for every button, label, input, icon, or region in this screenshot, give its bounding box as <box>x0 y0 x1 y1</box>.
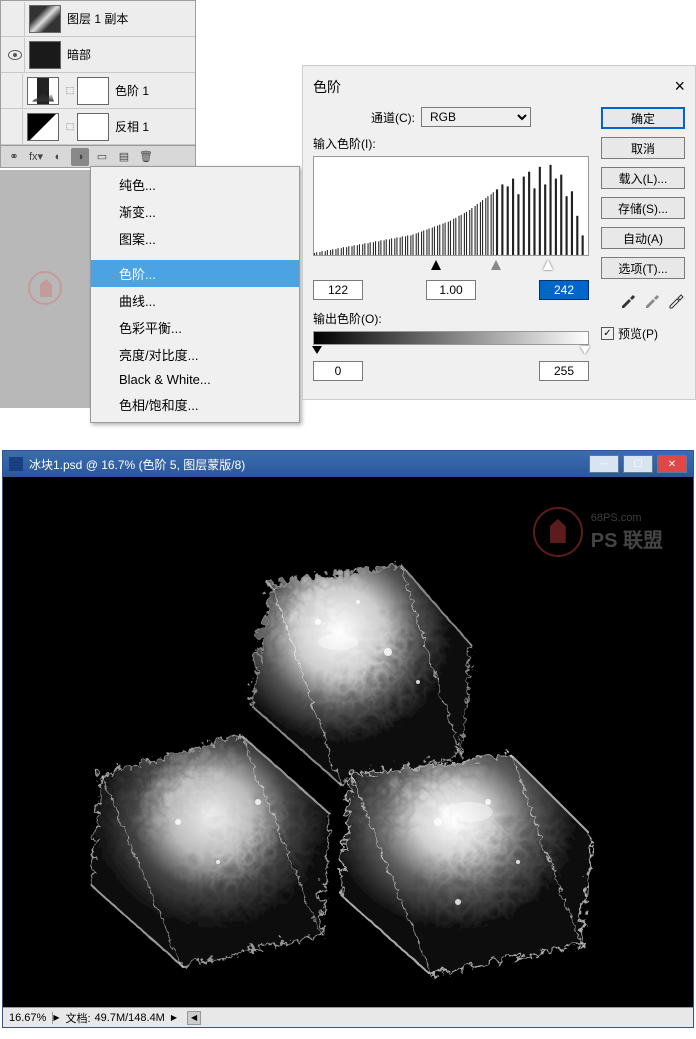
adjustment-layer-icon[interactable]: ◑ <box>71 148 89 166</box>
output-black-handle[interactable] <box>312 346 322 354</box>
layer-name: 色阶 1 <box>115 82 195 99</box>
watermark <box>28 271 62 307</box>
watermark-url: 68PS.com <box>591 512 663 524</box>
visibility-toggle[interactable] <box>5 2 25 36</box>
output-white-field[interactable] <box>539 361 589 381</box>
layers-panel: 图层 1 副本 暗部 ⬚ 色阶 1 ⬚ 反相 1 ⚭ fx▾ ◐ ◑ ▭ ▤ <box>0 0 196 168</box>
black-eyedropper-icon[interactable] <box>619 291 637 309</box>
document-window: 冰块1.psd @ 16.7% (色阶 5, 图层蒙版/8) ─ ☐ ✕ 68P… <box>2 450 694 1028</box>
input-mid-field[interactable] <box>426 280 476 300</box>
new-layer-icon[interactable]: ▤ <box>115 148 133 166</box>
layer-row[interactable]: ⬚ 反相 1 <box>1 109 195 145</box>
output-gradient[interactable] <box>313 331 589 345</box>
eye-icon <box>8 50 22 60</box>
input-levels-label: 输入色阶(I): <box>313 135 589 152</box>
options-button[interactable]: 选项(T)... <box>601 257 685 279</box>
doc-label: 文档: <box>65 1010 90 1026</box>
watermark-brand: PS 联盟 <box>591 524 663 553</box>
gray-point-handle[interactable] <box>491 260 501 270</box>
output-black-field[interactable] <box>313 361 363 381</box>
white-eyedropper-icon[interactable] <box>667 291 685 309</box>
delete-icon[interactable]: 🗑 <box>137 148 155 166</box>
close-icon[interactable]: × <box>674 76 685 97</box>
doc-size: 49.7M/148.4M <box>95 1012 165 1024</box>
cancel-button[interactable]: 取消 <box>601 137 685 159</box>
layer-thumb[interactable] <box>29 41 61 69</box>
preview-checkbox[interactable]: ✓ <box>601 327 614 340</box>
scroll-left-icon[interactable]: ◀ <box>187 1011 201 1025</box>
dialog-title: 色阶 <box>313 77 674 97</box>
input-white-field[interactable] <box>539 280 589 300</box>
load-button[interactable]: 载入(L)... <box>601 167 685 189</box>
group-icon[interactable]: ▭ <box>93 148 111 166</box>
visibility-toggle[interactable] <box>3 110 23 144</box>
menu-color-balance[interactable]: 色彩平衡... <box>91 314 299 341</box>
adjustment-menu: 纯色... 渐变... 图案... 色阶... 曲线... 色彩平衡... 亮度… <box>90 166 300 423</box>
link-icon: ⬚ <box>65 77 75 105</box>
link-icon: ⬚ <box>65 113 75 141</box>
ok-button[interactable]: 确定 <box>601 107 685 129</box>
output-white-handle[interactable] <box>580 346 590 354</box>
histogram[interactable] <box>313 156 589 256</box>
layer-row[interactable]: ⬚ 色阶 1 <box>1 73 195 109</box>
menu-black-white[interactable]: Black & White... <box>91 368 299 391</box>
canvas[interactable]: 68PS.com PS 联盟 <box>3 477 693 1007</box>
menu-gradient[interactable]: 渐变... <box>91 198 299 225</box>
adj-thumb[interactable] <box>27 77 59 105</box>
layer-name: 暗部 <box>67 46 195 63</box>
statusbar: 16.67% ▶ 文档: 49.7M/148.4M ▶ ◀ <box>3 1007 693 1027</box>
link-layers-icon[interactable]: ⚭ <box>5 148 23 166</box>
input-black-field[interactable] <box>313 280 363 300</box>
titlebar[interactable]: 冰块1.psd @ 16.7% (色阶 5, 图层蒙版/8) ─ ☐ ✕ <box>3 451 693 477</box>
layer-row[interactable]: 图层 1 副本 <box>1 1 195 37</box>
close-button[interactable]: ✕ <box>657 455 687 473</box>
minimize-button[interactable]: ─ <box>589 455 619 473</box>
channel-select[interactable]: RGB <box>421 107 531 127</box>
adj-thumb[interactable] <box>27 113 59 141</box>
mask-thumb[interactable] <box>77 77 109 105</box>
visibility-toggle[interactable] <box>5 38 25 72</box>
maximize-button[interactable]: ☐ <box>623 455 653 473</box>
menu-solid-color[interactable]: 纯色... <box>91 171 299 198</box>
menu-pattern[interactable]: 图案... <box>91 225 299 252</box>
menu-brightness[interactable]: 亮度/对比度... <box>91 341 299 368</box>
zoom-level[interactable]: 16.67% <box>3 1012 53 1024</box>
editor-background <box>0 170 90 408</box>
layer-row[interactable]: 暗部 <box>1 37 195 73</box>
mask-icon[interactable]: ◐ <box>49 148 67 166</box>
layers-bottom-bar: ⚭ fx▾ ◐ ◑ ▭ ▤ 🗑 <box>1 145 195 167</box>
watermark: 68PS.com PS 联盟 <box>533 507 663 557</box>
watermark-logo-icon <box>28 271 62 305</box>
menu-hue-sat[interactable]: 色相/饱和度... <box>91 391 299 418</box>
layer-thumb[interactable] <box>29 5 61 33</box>
window-title: 冰块1.psd @ 16.7% (色阶 5, 图层蒙版/8) <box>29 456 589 473</box>
preview-label: 预览(P) <box>618 325 658 342</box>
black-point-handle[interactable] <box>431 260 441 270</box>
menu-levels[interactable]: 色阶... <box>91 260 299 287</box>
levels-dialog: 色阶 × 通道(C): RGB 输入色阶(I): <box>302 65 696 400</box>
save-button[interactable]: 存储(S)... <box>601 197 685 219</box>
ice-cubes-image <box>38 502 658 982</box>
menu-curves[interactable]: 曲线... <box>91 287 299 314</box>
app-icon <box>9 457 23 471</box>
input-slider[interactable] <box>313 260 589 274</box>
white-point-handle[interactable] <box>543 260 553 270</box>
layer-name: 反相 1 <box>115 118 195 135</box>
fx-icon[interactable]: fx▾ <box>27 148 45 166</box>
watermark-logo-icon <box>533 507 583 557</box>
channel-label: 通道(C): <box>371 109 415 126</box>
mask-thumb[interactable] <box>77 113 109 141</box>
layer-name: 图层 1 副本 <box>67 10 195 27</box>
auto-button[interactable]: 自动(A) <box>601 227 685 249</box>
gray-eyedropper-icon[interactable] <box>643 291 661 309</box>
output-levels-label: 输出色阶(O): <box>313 310 589 327</box>
visibility-toggle[interactable] <box>3 74 23 108</box>
